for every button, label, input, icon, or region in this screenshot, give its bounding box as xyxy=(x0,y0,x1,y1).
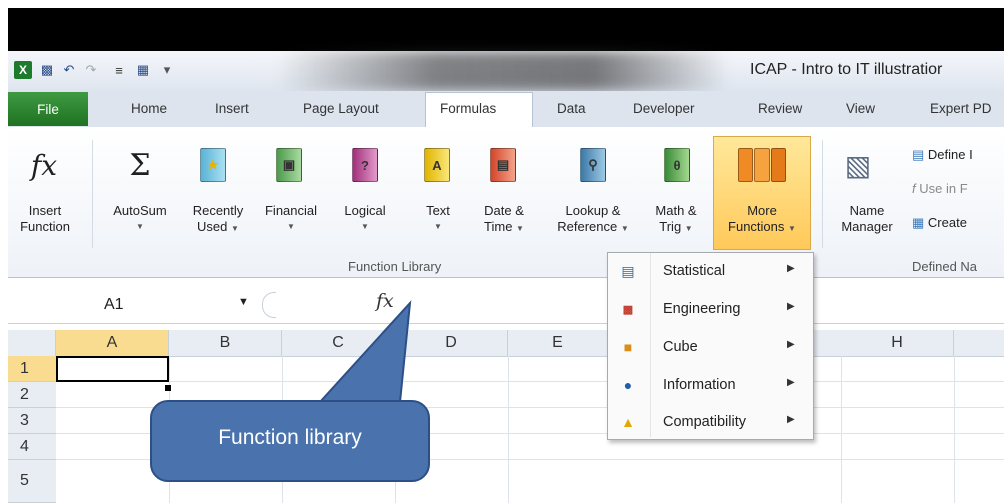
menu-item-label: Cube xyxy=(663,339,698,355)
menu-item-compatibility[interactable]: ▲ Compatibility ▶ xyxy=(607,405,812,441)
chevron-right-icon: ▶ xyxy=(787,377,795,388)
compatibility-icon: ▲ xyxy=(621,414,635,430)
menu-item-label: Statistical xyxy=(663,263,726,279)
engineering-icon: ▩ xyxy=(622,303,634,316)
menu-item-cube[interactable]: ■ Cube ▶ xyxy=(607,330,812,366)
menu-item-label: Engineering xyxy=(663,301,741,317)
menu-item-label: Compatibility xyxy=(663,414,746,430)
statistical-icon: ▤ xyxy=(621,262,635,279)
callout-text: Function library xyxy=(218,426,362,449)
chevron-right-icon: ▶ xyxy=(787,301,795,312)
information-icon: ● xyxy=(623,377,633,393)
menu-item-statistical[interactable]: ▤ Statistical ▶ xyxy=(607,254,812,290)
chevron-right-icon: ▶ xyxy=(787,263,795,274)
menu-item-information[interactable]: ● Information ▶ xyxy=(607,368,812,404)
chevron-right-icon: ▶ xyxy=(787,414,795,425)
menu-item-engineering[interactable]: ▩ Engineering ▶ xyxy=(607,292,812,328)
cube-icon: ■ xyxy=(623,339,633,355)
chevron-right-icon: ▶ xyxy=(787,339,795,350)
menu-item-label: Information xyxy=(663,377,736,393)
